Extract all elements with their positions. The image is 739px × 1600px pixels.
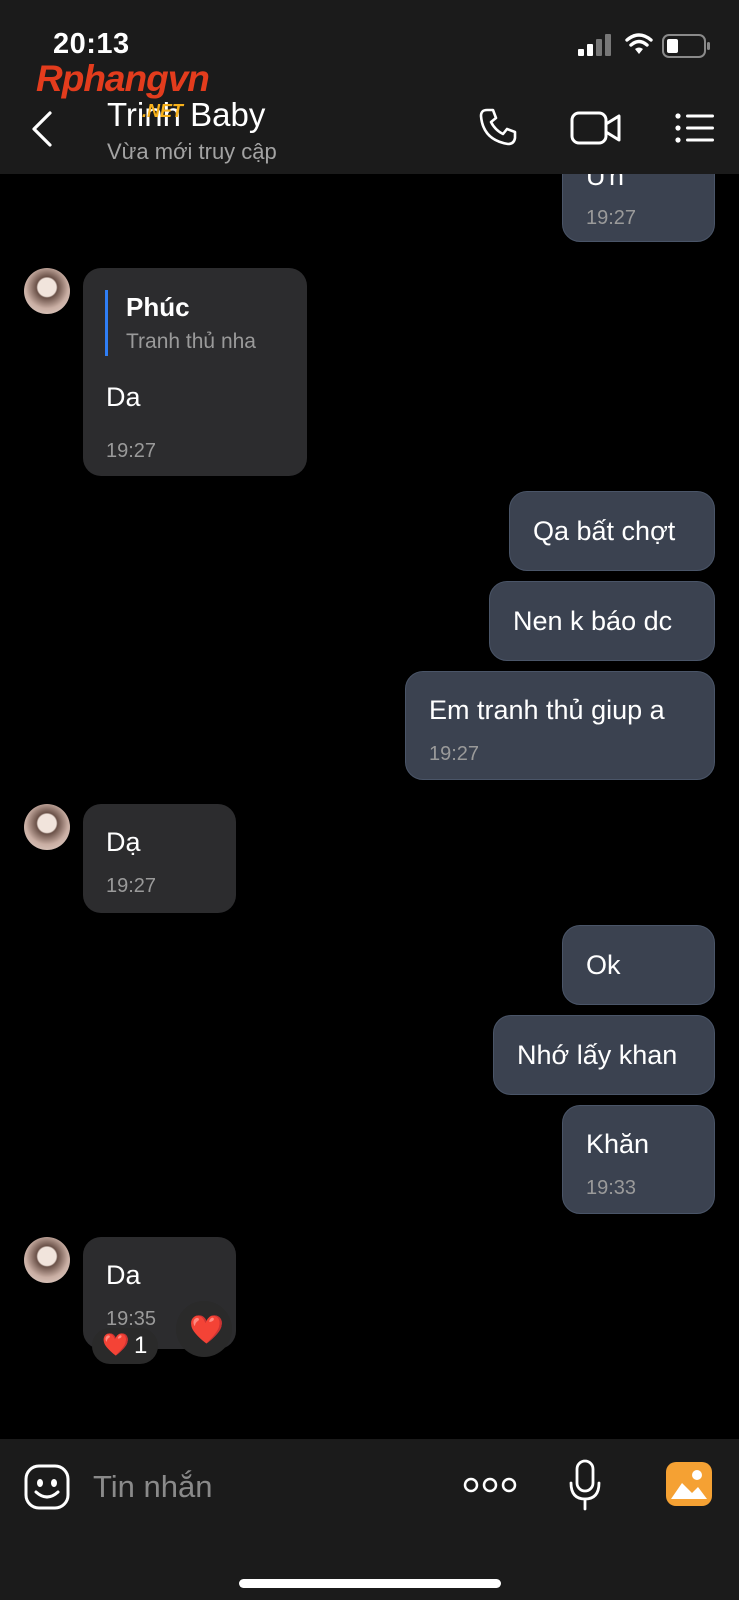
message-text: Da: [106, 1260, 141, 1290]
gallery-image-icon[interactable]: [665, 1461, 713, 1507]
message-text: Dạ: [106, 827, 141, 857]
contact-status: Vừa mới truy cập: [107, 139, 277, 164]
voice-call-icon[interactable]: [478, 107, 518, 147]
more-options-icon[interactable]: [463, 1476, 517, 1494]
message-time: 19:27: [106, 875, 157, 897]
cellular-signal-icon: [578, 34, 611, 56]
message-bubble-outgoing[interactable]: Khăn 19:33: [562, 1105, 715, 1214]
chat-header: Trinh Baby Rphangvn .NET Vừa mới truy cậ…: [0, 58, 739, 174]
back-arrow-icon[interactable]: [28, 111, 58, 147]
menu-list-icon[interactable]: [675, 113, 715, 143]
message-bubble-outgoing[interactable]: Nhớ lấy khan: [493, 1015, 715, 1095]
microphone-icon[interactable]: [568, 1459, 602, 1511]
heart-icon: ❤️: [189, 1314, 224, 1345]
quote-text: Tranh thủ nha: [126, 330, 256, 353]
status-time: 20:13: [53, 28, 130, 60]
video-call-icon[interactable]: [570, 110, 622, 146]
message-text: Da: [106, 382, 141, 412]
message-text: Khăn: [586, 1129, 650, 1159]
message-bubble-outgoing[interactable]: Nen k báo dc: [489, 581, 715, 661]
watermark-logo: Rphangvn: [36, 58, 210, 99]
message-bubble-outgoing[interactable]: Em tranh thủ giup a 19:27: [405, 671, 715, 780]
message-text: Ưh: [586, 174, 625, 191]
contact-avatar[interactable]: [24, 268, 70, 314]
contact-name[interactable]: Trinh Baby: [107, 96, 265, 134]
message-time: 19:27: [106, 440, 157, 462]
message-input[interactable]: Tin nhắn: [93, 1469, 213, 1505]
home-indicator[interactable]: [239, 1579, 501, 1588]
message-bubble-incoming[interactable]: Phúc Tranh thủ nha Da 19:27: [83, 268, 307, 476]
message-text: Ok: [586, 950, 621, 980]
message-time: 19:27: [586, 207, 637, 229]
message-text: Qa bất chợt: [533, 516, 676, 546]
message-list[interactable]: Ưh 19:27 Phúc Tranh thủ nha Da 19:27 Qa …: [0, 174, 739, 1439]
heart-reaction-icon: ❤️: [102, 1332, 130, 1357]
message-time: 19:27: [429, 743, 480, 765]
reaction-count: 1: [134, 1332, 148, 1359]
wifi-icon: [625, 33, 653, 54]
quick-heart-reaction-button[interactable]: ❤️: [176, 1301, 232, 1357]
message-bubble-outgoing[interactable]: Qa bất chợt: [509, 491, 715, 571]
quote-accent-bar: [105, 290, 108, 356]
reaction-badge[interactable]: ❤️ 1: [92, 1328, 158, 1364]
message-bubble-outgoing[interactable]: Ok: [562, 925, 715, 1005]
contact-avatar[interactable]: [24, 1237, 70, 1283]
message-text: Em tranh thủ giup a: [429, 695, 665, 725]
quote-author: Phúc: [126, 292, 190, 322]
contact-avatar[interactable]: [24, 804, 70, 850]
message-composer: Tin nhắn: [0, 1439, 739, 1600]
battery-icon: [662, 34, 710, 58]
message-text: Nen k báo dc: [513, 606, 673, 636]
sticker-icon[interactable]: [23, 1463, 71, 1511]
message-bubble-incoming[interactable]: Dạ 19:27: [83, 804, 236, 913]
message-text: Nhớ lấy khan: [517, 1040, 678, 1070]
message-time: 19:33: [586, 1177, 637, 1199]
message-bubble-outgoing[interactable]: Ưh 19:27: [562, 174, 715, 242]
watermark-logo-suffix: .NET: [142, 101, 184, 121]
